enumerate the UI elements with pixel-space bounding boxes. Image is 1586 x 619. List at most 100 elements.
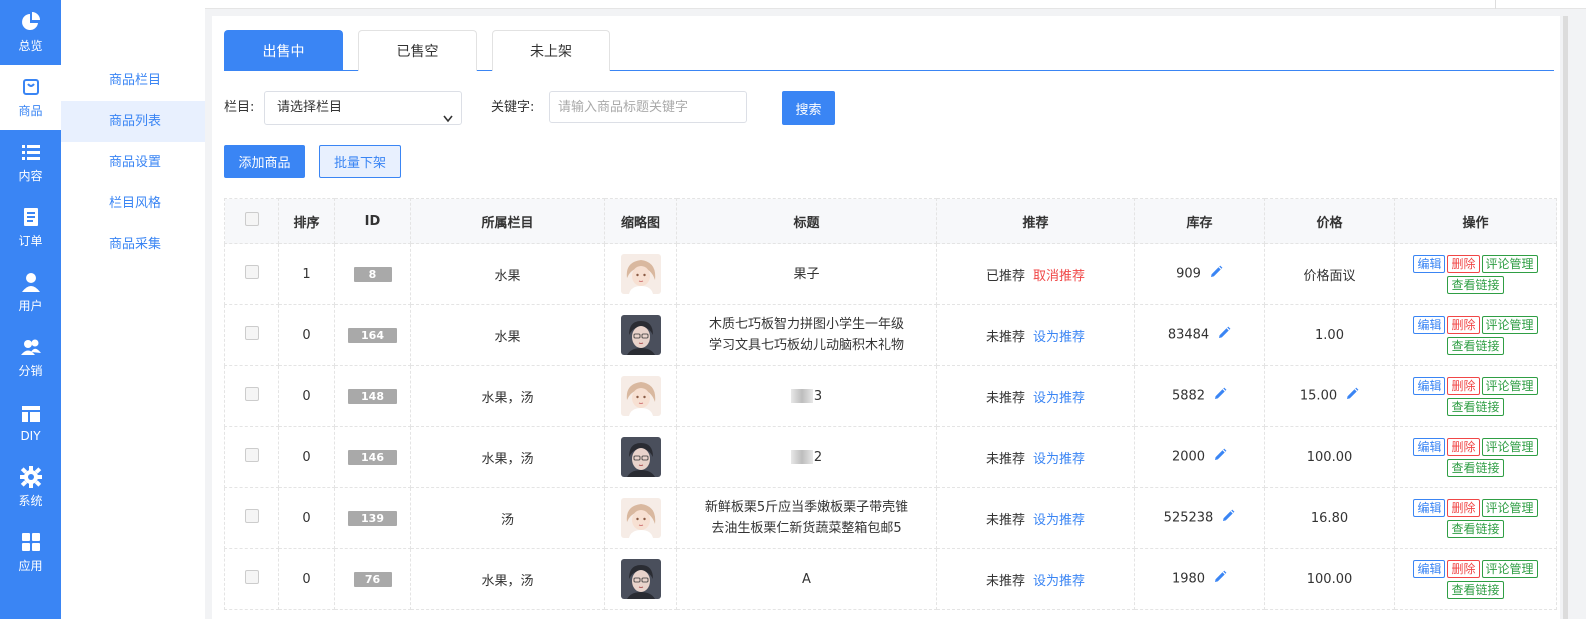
- status-tabs: 出售中 已售空 未上架: [224, 30, 1554, 71]
- row-checkbox[interactable]: [244, 387, 259, 401]
- recommend-toggle-link[interactable]: 设为推荐: [1033, 391, 1085, 406]
- table-row: 0 164 水果 木质七巧板智力拼图小学生一年级 学习文具七巧板幼儿动脑积木礼物 未推荐设…: [224, 304, 1557, 366]
- product-thumbnail[interactable]: [620, 437, 661, 477]
- comments-button[interactable]: 评论管理: [1481, 376, 1538, 395]
- comments-button[interactable]: 评论管理: [1481, 437, 1538, 456]
- price-value: 1.00: [1315, 327, 1344, 343]
- tab-off-shelf[interactable]: 未上架: [492, 30, 610, 71]
- view-link-button[interactable]: 查看链接: [1447, 458, 1504, 477]
- add-product-button[interactable]: 添加商品: [224, 145, 305, 178]
- delete-button[interactable]: 删除: [1447, 376, 1480, 395]
- view-link-button[interactable]: 查看链接: [1447, 275, 1504, 294]
- edit-button[interactable]: 编辑: [1413, 315, 1446, 334]
- recommend-toggle-link[interactable]: 取消推荐: [1033, 269, 1085, 284]
- row-select-cell: [224, 365, 279, 427]
- select-all-checkbox[interactable]: [244, 212, 259, 226]
- view-link-button[interactable]: 查看链接: [1447, 336, 1504, 355]
- edit-stock-pencil-icon[interactable]: [1213, 448, 1227, 466]
- edit-stock-pencil-icon[interactable]: [1217, 326, 1231, 344]
- header-sort: 排序: [278, 198, 335, 244]
- row-checkbox[interactable]: [244, 448, 259, 462]
- product-thumbnail[interactable]: [620, 315, 661, 355]
- recommend-status: 已推荐: [985, 268, 1025, 284]
- comments-button[interactable]: 评论管理: [1481, 254, 1538, 273]
- product-thumbnail[interactable]: [620, 254, 661, 294]
- edit-button[interactable]: 编辑: [1413, 437, 1446, 456]
- stock-value: 525238: [1163, 510, 1214, 526]
- edit-stock-pencil-icon[interactable]: [1213, 387, 1227, 405]
- recommend-toggle-link[interactable]: 设为推荐: [1033, 513, 1085, 528]
- keyword-input[interactable]: [549, 91, 747, 123]
- row-checkbox[interactable]: [244, 326, 259, 340]
- recommend-toggle-link[interactable]: 设为推荐: [1033, 330, 1085, 345]
- recommend-toggle-link[interactable]: 设为推荐: [1033, 452, 1085, 467]
- tab-sold-out[interactable]: 已售空: [358, 30, 477, 71]
- top-bar: [205, 0, 1586, 9]
- edit-stock-pencil-icon[interactable]: [1209, 265, 1223, 283]
- search-button[interactable]: 搜索: [782, 91, 835, 125]
- sidebar-item-8[interactable]: 应用: [0, 520, 61, 585]
- title-cell: 果子: [676, 243, 937, 305]
- sidebar-item-5[interactable]: 分销: [0, 325, 61, 390]
- delete-button[interactable]: 删除: [1447, 437, 1480, 456]
- operations-cell: 编辑 删除 评论管理查看链接: [1394, 365, 1557, 427]
- users-icon: [20, 336, 42, 358]
- title-line: 学习文具七巧板幼儿动脑积木礼物: [708, 338, 904, 353]
- batch-unlist-button[interactable]: 批量下架: [319, 145, 401, 178]
- product-thumbnail[interactable]: [620, 376, 661, 416]
- comments-button[interactable]: 评论管理: [1481, 498, 1538, 517]
- view-link-button[interactable]: 查看链接: [1447, 397, 1504, 416]
- tab-on-sale[interactable]: 出售中: [224, 30, 343, 71]
- edit-stock-pencil-icon[interactable]: [1213, 570, 1227, 588]
- comments-button[interactable]: 评论管理: [1481, 315, 1538, 334]
- sidebar-item-7[interactable]: 系统: [0, 455, 61, 520]
- sidebar-item-2[interactable]: 内容: [0, 130, 61, 195]
- row-select-cell: [224, 426, 279, 488]
- recommend-toggle-link[interactable]: 设为推荐: [1033, 574, 1085, 589]
- thumbnail-cell: [604, 304, 677, 366]
- id-cell: 8: [334, 243, 411, 305]
- category-label: 栏目:: [224, 100, 255, 115]
- delete-button[interactable]: 删除: [1447, 498, 1480, 517]
- delete-button[interactable]: 删除: [1447, 254, 1480, 273]
- edit-button[interactable]: 编辑: [1413, 254, 1446, 273]
- view-link-button[interactable]: 查看链接: [1447, 519, 1504, 538]
- sidebar-item-3[interactable]: 订单: [0, 195, 61, 260]
- edit-stock-pencil-icon[interactable]: [1221, 509, 1235, 527]
- submenu-item-0[interactable]: 商品栏目: [61, 60, 205, 101]
- sidebar-item-1[interactable]: 商品: [0, 65, 61, 130]
- edit-price-pencil-icon[interactable]: [1345, 387, 1359, 405]
- comments-button[interactable]: 评论管理: [1481, 559, 1538, 578]
- title-cell: 2: [676, 426, 937, 488]
- header-price: 价格: [1264, 198, 1395, 244]
- sidebar-item-0[interactable]: 总览: [0, 0, 61, 65]
- row-checkbox[interactable]: [244, 570, 259, 584]
- edit-button[interactable]: 编辑: [1413, 559, 1446, 578]
- table-row: 0 139 汤新鲜板栗5斤应当季嫩板栗子带壳锥 去油生板栗仁新货蔬菜整箱包邮5 未推荐设…: [224, 487, 1557, 549]
- operations-cell: 编辑 删除 评论管理查看链接: [1394, 426, 1557, 488]
- category-select[interactable]: 请选择栏目: [264, 91, 462, 125]
- scrollbar[interactable]: [1563, 16, 1568, 619]
- delete-button[interactable]: 删除: [1447, 315, 1480, 334]
- row-checkbox[interactable]: [244, 265, 259, 279]
- id-badge: 76: [353, 571, 392, 587]
- delete-button[interactable]: 删除: [1447, 559, 1480, 578]
- category-cell: 水果，汤: [410, 365, 605, 427]
- view-link-button[interactable]: 查看链接: [1447, 580, 1504, 599]
- edit-button[interactable]: 编辑: [1413, 498, 1446, 517]
- price-value: 100.00: [1306, 449, 1353, 465]
- submenu-item-2[interactable]: 商品设置: [61, 142, 205, 183]
- sidebar-item-4[interactable]: 用户: [0, 260, 61, 325]
- sidebar-item-6[interactable]: DIY: [0, 390, 61, 455]
- shopping-bag-icon: [20, 76, 42, 98]
- title-cell: 木质七巧板智力拼图小学生一年级 学习文具七巧板幼儿动脑积木礼物: [676, 304, 937, 366]
- edit-button[interactable]: 编辑: [1413, 376, 1446, 395]
- submenu-item-4[interactable]: 商品采集: [61, 224, 205, 265]
- id-badge: 8: [353, 266, 392, 282]
- product-thumbnail[interactable]: [620, 498, 661, 538]
- product-thumbnail[interactable]: [620, 559, 661, 599]
- row-checkbox[interactable]: [244, 509, 259, 523]
- sidebar-item-label: 总览: [18, 39, 43, 53]
- submenu-item-1[interactable]: 商品列表: [61, 101, 205, 142]
- submenu-item-3[interactable]: 栏目风格: [61, 183, 205, 224]
